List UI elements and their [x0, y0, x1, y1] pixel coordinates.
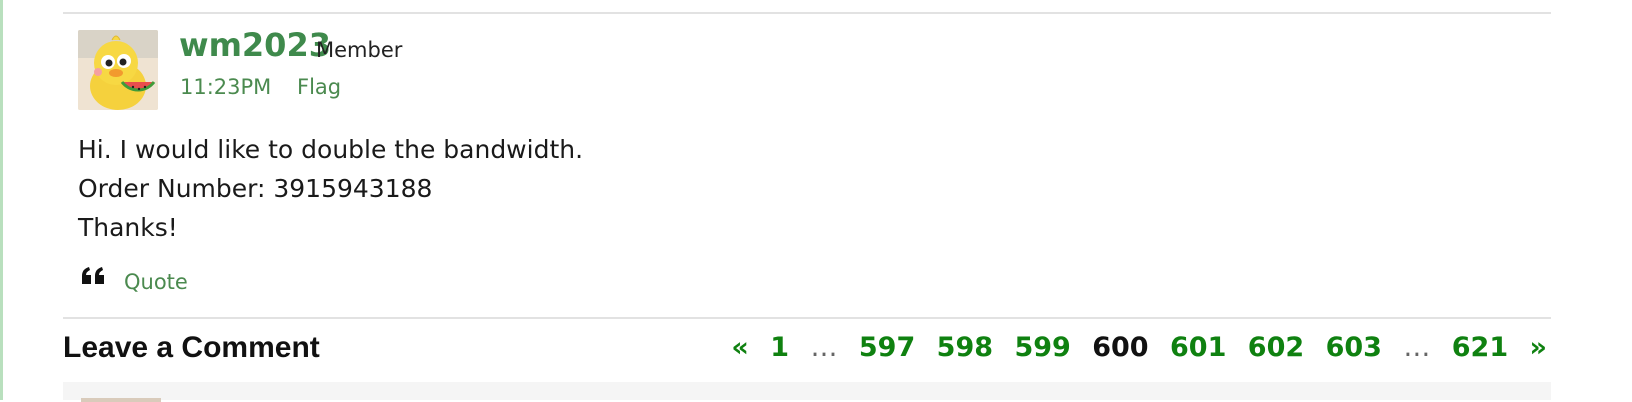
pagination-last-link[interactable]: 621 [1452, 332, 1508, 363]
pagination-ellipsis: … [1403, 332, 1431, 363]
pagination-ellipsis: … [810, 332, 838, 363]
post-divider-top [63, 12, 1551, 14]
pagination-page-link[interactable]: 597 [859, 332, 915, 363]
post-body-line: Order Number: 3915943188 [78, 174, 433, 203]
pagination: « 1 … 597 598 599 600 601 602 603 … 621 … [719, 332, 1547, 363]
pagination-page-link[interactable]: 601 [1170, 332, 1226, 363]
post-timestamp-link[interactable]: 11:23PM [180, 75, 271, 99]
flag-link[interactable]: Flag [297, 75, 341, 99]
author-name-link[interactable]: wm2023 [179, 26, 331, 64]
pagination-page-link[interactable]: 599 [1014, 332, 1070, 363]
pagination-page-link[interactable]: 602 [1248, 332, 1304, 363]
quote-link[interactable]: Quote [124, 270, 188, 294]
post-body-line: Thanks! [78, 213, 178, 242]
duckling-avatar-icon [78, 30, 158, 110]
post-body: Hi. I would like to double the bandwidth… [78, 130, 583, 247]
pagination-current-page: 600 [1092, 332, 1149, 363]
avatar[interactable] [78, 30, 158, 110]
leave-comment-heading: Leave a Comment [63, 331, 320, 364]
pagination-next-link[interactable]: » [1530, 332, 1547, 363]
comment-avatar [81, 398, 161, 402]
left-accent-rule [0, 0, 3, 400]
pagination-prev-link[interactable]: « [731, 332, 748, 363]
pagination-first-link[interactable]: 1 [770, 332, 789, 363]
quote-icon[interactable] [81, 266, 107, 286]
pagination-page-link[interactable]: 598 [937, 332, 993, 363]
author-role: Member [316, 38, 403, 62]
comment-form-area [63, 382, 1551, 400]
post-body-line: Hi. I would like to double the bandwidth… [78, 135, 584, 164]
pagination-page-link[interactable]: 603 [1326, 332, 1382, 363]
forum-thread: wm2023 Member 11:23PM Flag Hi. I would l… [63, 0, 1551, 402]
post-divider-bottom [63, 317, 1551, 319]
